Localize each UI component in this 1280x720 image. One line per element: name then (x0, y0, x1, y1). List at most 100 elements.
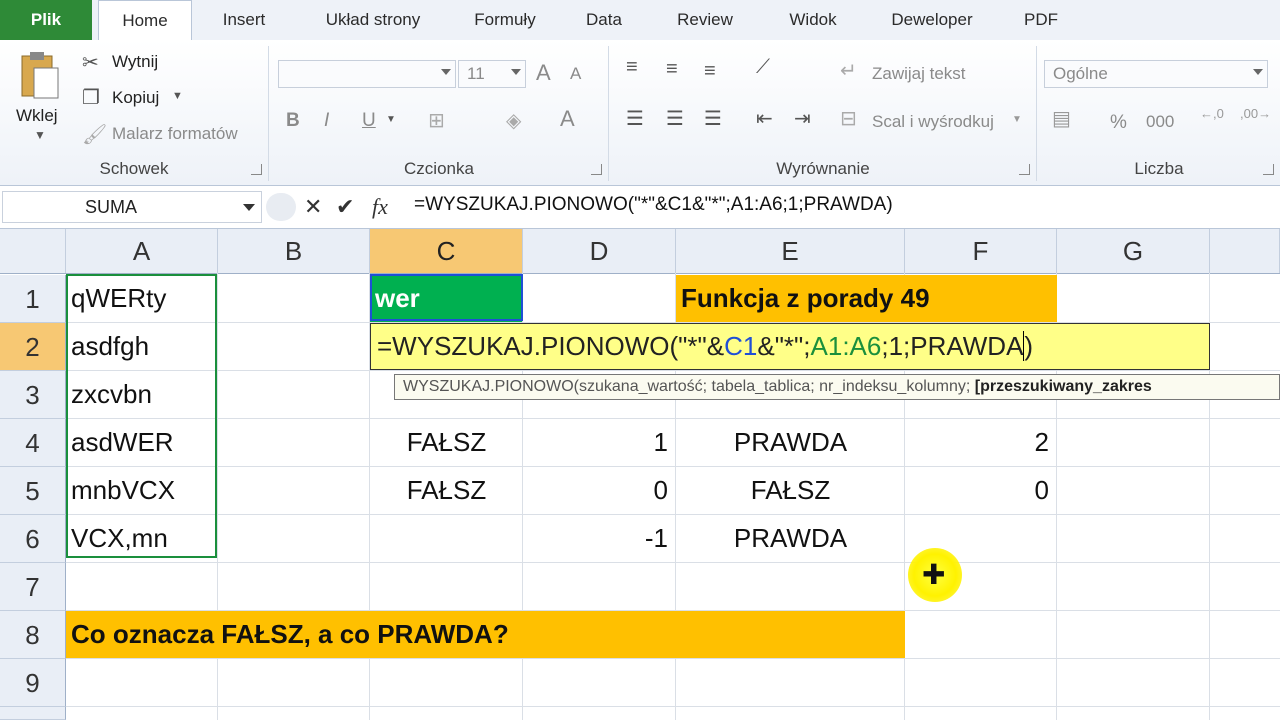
row-header-7[interactable]: 7 (0, 563, 66, 611)
row-header-2[interactable]: 2 (0, 323, 66, 371)
decrease-decimal-icon[interactable]: ,00→ (1240, 106, 1271, 121)
underline-dropdown-icon[interactable]: ▼ (386, 114, 396, 125)
cell-e5[interactable]: FAŁSZ (676, 467, 905, 514)
tab-data[interactable]: Data (570, 0, 638, 40)
alignment-launcher-icon[interactable] (1019, 164, 1030, 175)
row-header-4[interactable]: 4 (0, 419, 66, 467)
font-size-combo[interactable]: 11 (458, 60, 526, 88)
format-painter-button[interactable]: Malarz formatów (112, 124, 238, 144)
tab-file[interactable]: Plik (0, 0, 92, 40)
cell-e6[interactable]: PRAWDA (676, 515, 905, 562)
copy-dropdown-icon[interactable]: ▼ (172, 90, 183, 102)
align-right-icon[interactable]: ☰ (704, 106, 722, 131)
function-tooltip[interactable]: WYSZUKAJ.PIONOWO(szukana_wartość; tabela… (394, 374, 1280, 400)
fill-color-icon[interactable]: ◈ (506, 108, 521, 133)
row-header-10[interactable] (0, 707, 66, 720)
number-group-label: Liczba (1134, 159, 1184, 178)
align-top-icon[interactable]: ≡ (626, 56, 638, 79)
cell-c5[interactable]: FAŁSZ (370, 467, 523, 514)
cell-d6[interactable]: -1 (523, 515, 676, 562)
shrink-font-button[interactable]: A (570, 64, 581, 84)
column-header-c[interactable]: C (370, 229, 523, 273)
tab-page-layout[interactable]: Układ strony (300, 0, 446, 40)
number-format-value: Ogólne (1053, 64, 1108, 83)
cell-c4[interactable]: FAŁSZ (370, 419, 523, 466)
column-header-e[interactable]: E (676, 229, 905, 273)
alignment-group: ≡ ≡ ≡ ⟋ ↵ Zawijaj tekst ☰ ☰ ☰ ⇤ ⇥ ⊟ Scal… (610, 40, 1036, 185)
cell-e4[interactable]: PRAWDA (676, 419, 905, 466)
number-format-combo[interactable]: Ogólne (1044, 60, 1268, 88)
formula-bar: SUMA ✕ ✔ fx =WYSZUKAJ.PIONOWO("*"&C1&"*"… (0, 186, 1280, 229)
wrap-text-button[interactable]: Zawijaj tekst (872, 64, 966, 84)
tab-insert[interactable]: Insert (205, 0, 283, 40)
column-header-g[interactable]: G (1057, 229, 1210, 273)
decrease-indent-icon[interactable]: ⇤ (756, 106, 773, 131)
clipboard-launcher-icon[interactable] (251, 164, 262, 175)
row-header-8[interactable]: 8 (0, 611, 66, 659)
align-left-icon[interactable]: ☰ (626, 106, 644, 131)
merge-center-button[interactable]: Scal i wyśrodkuj (872, 112, 994, 132)
chevron-down-icon (1253, 69, 1263, 75)
underline-button[interactable]: U (362, 110, 376, 132)
paste-button[interactable]: Wklej (16, 106, 58, 126)
percent-button[interactable]: % (1110, 112, 1127, 134)
thousands-button[interactable]: 000 (1146, 112, 1174, 132)
tab-pdf[interactable]: PDF (1010, 0, 1072, 40)
name-box[interactable]: SUMA (2, 191, 262, 223)
formula-input[interactable]: =WYSZUKAJ.PIONOWO("*"&C1&"*";A1:A6;1;PRA… (414, 194, 893, 216)
tab-view[interactable]: Widok (770, 0, 856, 40)
row-header-3[interactable]: 3 (0, 371, 66, 419)
cell-c2-editor[interactable]: =WYSZUKAJ.PIONOWO("*"&C1&"*";A1:A6;1;PRA… (370, 323, 1210, 370)
formula-bar-grip[interactable] (266, 193, 296, 221)
merge-dropdown-icon[interactable]: ▼ (1012, 114, 1022, 125)
cell-d4[interactable]: 1 (523, 419, 676, 466)
name-box-value: SUMA (85, 197, 138, 217)
tooltip-active-arg: [przeszukiwany_zakres (974, 378, 1152, 395)
gridline (66, 706, 1280, 707)
cancel-icon[interactable]: ✕ (304, 194, 322, 220)
tab-home[interactable]: Home (98, 0, 192, 42)
font-name-combo[interactable] (278, 60, 456, 88)
insert-function-icon[interactable]: fx (372, 194, 388, 220)
align-center-icon[interactable]: ☰ (666, 106, 684, 131)
italic-button[interactable]: I (324, 110, 329, 132)
number-launcher-icon[interactable] (1263, 164, 1274, 175)
orientation-icon[interactable]: ⟋ (756, 56, 770, 79)
row-header-1[interactable]: 1 (0, 275, 66, 323)
enter-icon[interactable]: ✔ (336, 194, 354, 220)
paste-icon[interactable] (18, 50, 60, 100)
align-bottom-icon[interactable]: ≡ (704, 60, 716, 83)
paste-dropdown-icon[interactable]: ▼ (34, 128, 46, 142)
cell-a8[interactable]: Co oznacza FAŁSZ, a co PRAWDA? (66, 611, 905, 658)
column-header-f[interactable]: F (905, 229, 1057, 273)
column-header-d[interactable]: D (523, 229, 676, 273)
grow-font-button[interactable]: A (536, 60, 551, 86)
tab-developer[interactable]: Deweloper (876, 0, 988, 40)
cell-f5[interactable]: 0 (905, 467, 1057, 514)
tab-formulas[interactable]: Formuły (458, 0, 552, 40)
cell-f4[interactable]: 2 (905, 419, 1057, 466)
column-header-h[interactable] (1210, 229, 1280, 273)
select-all-corner[interactable] (0, 229, 66, 273)
font-color-button[interactable]: A (560, 106, 575, 132)
cell-e1[interactable]: Funkcja z porady 49 (676, 275, 1057, 322)
borders-icon[interactable]: ⊞ (428, 108, 445, 133)
cell-d5[interactable]: 0 (523, 467, 676, 514)
row-header-5[interactable]: 5 (0, 467, 66, 515)
copy-button[interactable]: Kopiuj (112, 88, 159, 108)
currency-icon[interactable]: ▤ (1052, 106, 1071, 131)
align-middle-icon[interactable]: ≡ (666, 58, 678, 81)
row-header-9[interactable]: 9 (0, 659, 66, 707)
bold-button[interactable]: B (286, 110, 300, 132)
row-header-6[interactable]: 6 (0, 515, 66, 563)
column-header-a[interactable]: A (66, 229, 218, 273)
font-group-label: Czcionka (404, 159, 474, 178)
column-header-b[interactable]: B (218, 229, 370, 273)
tab-review[interactable]: Review (662, 0, 748, 40)
font-launcher-icon[interactable] (591, 164, 602, 175)
chevron-down-icon[interactable] (243, 204, 255, 211)
range-highlight-a1-a6 (66, 274, 217, 558)
increase-indent-icon[interactable]: ⇥ (794, 106, 811, 131)
increase-decimal-icon[interactable]: ←,0 (1200, 106, 1224, 121)
cut-button[interactable]: Wytnij (112, 52, 158, 72)
